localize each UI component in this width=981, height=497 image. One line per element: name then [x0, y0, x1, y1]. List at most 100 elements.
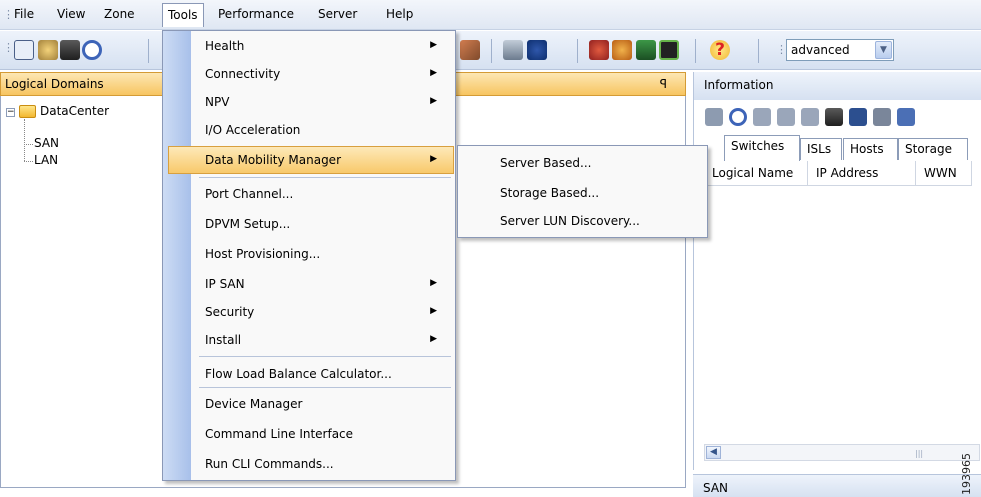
- new-icon[interactable]: [14, 40, 34, 60]
- tree-connector: [24, 144, 33, 145]
- submenu-arrow-icon: ▶: [430, 334, 437, 344]
- menu-item-label: Data Mobility Manager: [205, 153, 342, 167]
- menu-file[interactable]: File: [14, 7, 34, 21]
- chevron-down-icon[interactable]: ▼: [875, 41, 892, 59]
- menu-item-install[interactable]: Install ▶: [163, 327, 455, 355]
- menu-item-label: DPVM Setup...: [205, 217, 291, 231]
- menu-item-label: Host Provisioning...: [205, 247, 321, 261]
- tree-node-datacenter[interactable]: DataCenter: [40, 104, 109, 118]
- column-header-logical-name[interactable]: Logical Name: [704, 161, 808, 186]
- menu-item-label: Command Line Interface: [205, 427, 354, 441]
- information-title: Information: [693, 72, 981, 100]
- menu-item-health[interactable]: Health ▶: [163, 33, 455, 61]
- menu-item-connectivity[interactable]: Connectivity ▶: [163, 61, 455, 89]
- fabric-icon[interactable]: [503, 40, 523, 60]
- menu-item-label: Install: [205, 333, 242, 347]
- menu-item-server-lun-discovery[interactable]: Server LUN Discovery...: [458, 208, 707, 236]
- menu-item-dpvm-setup[interactable]: DPVM Setup...: [163, 211, 455, 239]
- menu-item-label: Flow Load Balance Calculator...: [205, 367, 392, 381]
- import-icon[interactable]: [777, 108, 795, 126]
- panel-title: Logical Domains: [5, 77, 104, 91]
- menu-item-label: Run CLI Commands...: [205, 457, 334, 471]
- tools-menu: Health ▶ Connectivity ▶ NPV ▶ I/O Accele…: [162, 30, 456, 481]
- tab-switches[interactable]: Switches: [724, 135, 800, 161]
- pin-icon[interactable]: ꟼ: [660, 77, 667, 91]
- chart-icon[interactable]: [460, 40, 480, 60]
- menu-server[interactable]: Server: [318, 7, 357, 21]
- save-icon[interactable]: [849, 108, 867, 126]
- discover-icon[interactable]: [589, 40, 609, 60]
- menu-item-label: Connectivity: [205, 67, 281, 81]
- menubar-grip: ⋮: [3, 8, 14, 21]
- menu-item-server-based[interactable]: Server Based...: [458, 150, 707, 178]
- export-icon[interactable]: [753, 108, 771, 126]
- menu-item-run-cli-commands[interactable]: Run CLI Commands...: [163, 451, 455, 479]
- submenu-arrow-icon: ▶: [430, 96, 437, 106]
- connect-icon[interactable]: [38, 40, 58, 60]
- refresh-icon[interactable]: [729, 108, 747, 126]
- san-panel-title: SAN: [693, 474, 981, 497]
- tab-isls[interactable]: ISLs: [800, 138, 842, 160]
- menu-item-io-acceleration[interactable]: I/O Acceleration: [163, 117, 455, 145]
- menu-item-storage-based[interactable]: Storage Based...: [458, 180, 707, 208]
- menu-zone[interactable]: Zone: [104, 7, 135, 21]
- tab-storage[interactable]: Storage: [898, 138, 968, 160]
- tree-connector: [24, 119, 25, 161]
- monitor-icon[interactable]: [659, 40, 679, 60]
- monitor-icon[interactable]: [636, 40, 656, 60]
- find-icon[interactable]: [825, 108, 843, 126]
- menu-item-flow-load-balance[interactable]: Flow Load Balance Calculator...: [163, 361, 455, 389]
- help-icon[interactable]: ?: [710, 40, 730, 60]
- menu-item-ip-san[interactable]: IP SAN ▶: [163, 271, 455, 299]
- menu-item-command-line-interface[interactable]: Command Line Interface: [163, 421, 455, 449]
- menu-view[interactable]: View: [57, 7, 85, 21]
- submenu-arrow-icon: ▶: [430, 40, 437, 50]
- scroll-thumb-grip[interactable]: |||: [915, 449, 923, 458]
- horizontal-scrollbar[interactable]: ◀ |||: [704, 444, 980, 461]
- menu-item-port-channel[interactable]: Port Channel...: [163, 181, 455, 209]
- mode-select-value: advanced: [791, 43, 850, 57]
- external-link-icon[interactable]: [897, 108, 915, 126]
- menu-performance[interactable]: Performance: [218, 7, 294, 21]
- mode-select[interactable]: advanced ▼: [786, 39, 894, 61]
- submenu-arrow-icon: ▶: [430, 154, 437, 164]
- toolbar-separator: [577, 39, 578, 63]
- menu-separator: [199, 356, 451, 357]
- tab-hosts[interactable]: Hosts: [843, 138, 898, 160]
- panel-title: SAN: [703, 481, 729, 495]
- refresh-icon[interactable]: [82, 40, 102, 60]
- menu-separator: [199, 387, 451, 388]
- tree-node-san[interactable]: SAN: [34, 136, 59, 150]
- find-icon[interactable]: [60, 40, 80, 60]
- menu-separator: [199, 177, 451, 178]
- folder-icon: [19, 105, 36, 118]
- tree-node-lan[interactable]: LAN: [34, 153, 58, 167]
- menu-item-label: Device Manager: [205, 397, 303, 411]
- menu-item-data-mobility-manager[interactable]: Data Mobility Manager ▶: [168, 146, 454, 174]
- toolbar-separator: [148, 39, 149, 63]
- column-header-wwn[interactable]: WWN: [916, 161, 972, 186]
- user-icon[interactable]: [527, 40, 547, 60]
- column-header-ip-address[interactable]: IP Address: [808, 161, 916, 186]
- collapse-icon[interactable]: −: [6, 108, 15, 117]
- toolbar-separator: [758, 39, 759, 63]
- menu-item-label: Port Channel...: [205, 187, 294, 201]
- menu-item-npv[interactable]: NPV ▶: [163, 89, 455, 117]
- print-icon[interactable]: [873, 108, 891, 126]
- undo-icon[interactable]: [801, 108, 819, 126]
- menu-help[interactable]: Help: [386, 7, 413, 21]
- toolbar-separator: [695, 39, 696, 63]
- toolbar-grip: ⋮: [3, 41, 14, 54]
- submenu-arrow-icon: ▶: [430, 278, 437, 288]
- submenu-arrow-icon: ▶: [430, 68, 437, 78]
- menu-item-host-provisioning[interactable]: Host Provisioning...: [163, 241, 455, 269]
- back-icon[interactable]: [705, 108, 723, 126]
- menu-item-label: Health: [205, 39, 245, 53]
- menu-item-security[interactable]: Security ▶: [163, 299, 455, 327]
- menu-tools[interactable]: Tools: [162, 3, 204, 27]
- report-icon[interactable]: [612, 40, 632, 60]
- scroll-left-icon[interactable]: ◀: [706, 446, 721, 459]
- panel-title: Information: [704, 78, 774, 92]
- toolbar: ⋮ ? ⋮ advanced ▼: [0, 31, 981, 70]
- menu-item-device-manager[interactable]: Device Manager: [163, 391, 455, 419]
